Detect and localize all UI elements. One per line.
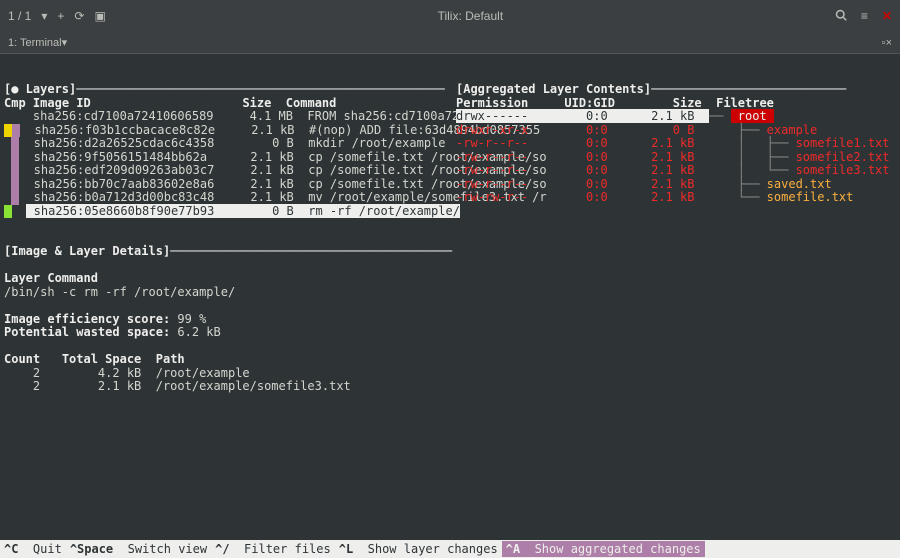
details-panel-header: Image & Layer Details [11,244,163,258]
layer-row[interactable]: sha256:edf209d09263ab03c7 2.1 kB cp /som… [4,164,456,178]
layer-row[interactable]: sha256:f03b1ccbacace8c82e 2.1 kB #(nop) … [4,124,456,138]
tab-bar: 1: Terminal ▾ ▫ × [0,32,900,54]
col-size: Size [242,96,271,110]
col-perm: Permission [456,96,528,110]
efficiency-label: Image efficiency score: [4,312,170,326]
layer-row[interactable]: sha256:cd7100a72410606589 4.1 MB FROM sh… [4,110,456,124]
search-icon[interactable] [835,9,847,24]
filetree-row[interactable]: -rw-r--r-- 0:0 2.1 kB ├── saved.txt [456,178,896,192]
col-count: Count [4,352,40,366]
col-uidgid: UID:GID [564,96,615,110]
layer-row[interactable]: sha256:b0a712d3d00bc83c48 2.1 kB mv /roo… [4,191,456,205]
col-filetree: Filetree [716,96,774,110]
wasted-label: Potential wasted space: [4,325,170,339]
layer-command-label: Layer Command [4,271,98,285]
layer-label: Show layer changes [368,542,498,556]
agg-panel-header: Aggregated Layer Contents [463,82,644,96]
layer-row[interactable]: sha256:9f5056151484bb62a 2.1 kB cp /some… [4,151,456,165]
session-counter: 1 / 1 [8,9,31,23]
col-command: Command [286,96,337,110]
filetree-row[interactable]: -rw-rw-r-- 0:0 2.1 kB └── somefile.txt [456,191,896,205]
terminal-tab[interactable]: 1: Terminal [8,37,62,49]
filetree-row[interactable]: drwx------ 0:0 2.1 kB ── root [456,110,896,124]
efficiency-value: 99 % [177,312,206,326]
wasted-space-row: 2 4.2 kB /root/example [4,367,456,381]
col-size2: Size [673,96,702,110]
col-id: Image ID [33,96,91,110]
menu-icon[interactable]: ≡ [861,9,868,23]
dropdown-icon[interactable]: ▾ [41,9,47,23]
col-cmp: Cmp [4,96,26,110]
filter-key[interactable]: ^/ [215,542,229,556]
terminal[interactable]: [● Layers]──────────────────────────────… [0,54,900,540]
window-titlebar: 1 / 1 ▾ + ⟳ ▣ Tilix: Default ≡ ✕ [0,0,900,32]
layers-panel-header: ● Layers [11,82,69,96]
filetree-row[interactable]: drwxr-xr-x 0:0 0 B ├── example [456,124,896,138]
tab-close-icon[interactable]: × [886,37,892,49]
quit-key[interactable]: ^C [4,542,18,556]
filetree-row[interactable]: -rw-r--r-- 0:0 2.1 kB │ └── somefile3.tx… [456,164,896,178]
col-path: Path [156,352,185,366]
filetree-row[interactable]: -rw-r--r-- 0:0 2.1 kB │ ├── somefile1.tx… [456,137,896,151]
agg-label: Show aggregated changes [535,542,701,556]
layer-row[interactable]: sha256:bb70c7aab83602e8a6 2.1 kB cp /som… [4,178,456,192]
sync-icon[interactable]: ⟳ [74,9,84,23]
fullscreen-icon[interactable]: ▣ [94,9,105,23]
add-session-button[interactable]: + [57,9,64,23]
layer-row[interactable]: sha256:05e8660b8f90e77b93 0 B rm -rf /ro… [4,205,456,219]
quit-label: Quit [33,542,62,556]
layer-row[interactable]: sha256:d2a26525cdac6c4358 0 B mkdir /roo… [4,137,456,151]
filter-label: Filter files [244,542,331,556]
footer-bar: ^C Quit ^Space Switch view ^/ Filter fil… [0,540,900,558]
col-total: Total Space [62,352,141,366]
agg-key[interactable]: ^A [506,542,520,556]
window-title: Tilix: Default [106,9,835,23]
switch-key[interactable]: ^Space [70,542,113,556]
tab-dropdown-icon[interactable]: ▾ [62,36,68,49]
filetree-row[interactable]: -rw-r--r-- 0:0 2.1 kB │ ├── somefile2.tx… [456,151,896,165]
layer-command-value: /bin/sh -c rm -rf /root/example/ [4,285,235,299]
wasted-space-row: 2 2.1 kB /root/example/somefile3.txt [4,380,456,394]
close-icon[interactable]: ✕ [882,9,892,23]
switch-label: Switch view [128,542,207,556]
wasted-value: 6.2 kB [177,325,220,339]
layer-key[interactable]: ^L [339,542,353,556]
